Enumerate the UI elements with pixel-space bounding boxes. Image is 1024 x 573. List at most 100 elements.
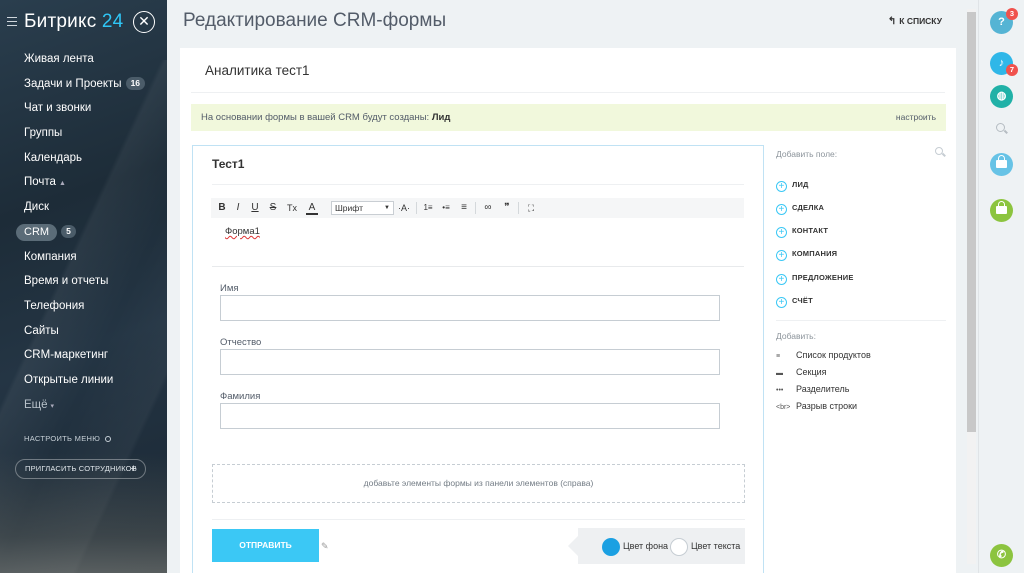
- search-icon: [935, 147, 943, 155]
- bold-icon[interactable]: B: [216, 201, 228, 215]
- strikethrough-icon[interactable]: S: [267, 201, 279, 215]
- pencil-icon[interactable]: ✎: [321, 541, 329, 552]
- close-icon[interactable]: ✕: [133, 11, 155, 33]
- sidebar-item-chat[interactable]: Чат и звонки: [0, 96, 167, 121]
- entity-label: Счёт: [792, 296, 813, 305]
- add-field-search[interactable]: Добавить поле:: [776, 145, 946, 165]
- plus-icon: +: [776, 227, 787, 238]
- help-badge: 3: [1006, 8, 1018, 20]
- add-field-placeholder: Добавить поле:: [776, 149, 838, 159]
- background-color-swatch[interactable]: [602, 538, 620, 556]
- quote-icon[interactable]: ❞: [501, 201, 513, 215]
- configure-menu-link[interactable]: Настроить меню: [24, 434, 112, 443]
- chat-icon[interactable]: ◍: [990, 85, 1013, 108]
- sidebar-header: Битрикс 24 ✕: [0, 0, 167, 46]
- font-select[interactable]: Шрифт ▼: [331, 201, 394, 215]
- form-title-field[interactable]: Тест1: [212, 157, 244, 171]
- unlock-icon[interactable]: [990, 199, 1013, 222]
- sidebar-item-disk[interactable]: Диск: [0, 195, 167, 220]
- sidebar-item-tasks[interactable]: Задачи и Проекты 16: [0, 72, 167, 97]
- sidebar-item-calendar[interactable]: Календарь: [0, 146, 167, 171]
- counter-badge: 5: [61, 225, 76, 239]
- sidebar-item-groups[interactable]: Группы: [0, 121, 167, 146]
- entity-invoice[interactable]: + Счёт: [776, 294, 813, 308]
- font-size-icon[interactable]: ·A·: [395, 201, 413, 215]
- toolbar-divider: [518, 202, 519, 214]
- sidebar-item-crm-marketing[interactable]: CRM-маркетинг: [0, 343, 167, 368]
- sidebar-item-feed[interactable]: Живая лента: [0, 47, 167, 72]
- sidebar-item-more[interactable]: Ещё ▾: [0, 393, 167, 418]
- field-label-middle-name: Отчество: [220, 337, 262, 348]
- plus-icon: +: [776, 274, 787, 285]
- color-panel: Цвет фона Цвет текста: [568, 528, 745, 564]
- sidebar-item-open-lines[interactable]: Открытые линии: [0, 368, 167, 393]
- notice-text: На основании формы в вашей CRM будут соз…: [201, 112, 432, 123]
- sidebar-item-telephony[interactable]: Телефония: [0, 294, 167, 319]
- plus-icon: +: [776, 250, 787, 261]
- logo[interactable]: Битрикс 24: [24, 11, 123, 33]
- editor-content[interactable]: Форма1: [225, 226, 260, 237]
- plus-icon: +: [776, 297, 787, 308]
- invite-employees-button[interactable]: Пригласить сотрудников +: [15, 459, 146, 479]
- entity-label: Лид: [792, 180, 809, 189]
- sidebar-item-crm[interactable]: CRM 5: [0, 220, 167, 245]
- fullscreen-icon[interactable]: ⛶: [524, 201, 538, 215]
- sidebar-item-time[interactable]: Время и отчеты: [0, 269, 167, 294]
- entity-contact[interactable]: + Контакт: [776, 224, 828, 238]
- bullet-list-icon[interactable]: •≡: [439, 201, 453, 215]
- form-editor: Тест1 B I U S Tx A Шрифт ▼ ·A· 1≡ •≡ ≡ ∞ …: [192, 145, 764, 573]
- entity-deal[interactable]: + Сделка: [776, 201, 824, 215]
- ordered-list-icon[interactable]: 1≡: [421, 201, 435, 215]
- lock-icon[interactable]: [990, 153, 1013, 176]
- configure-link[interactable]: настроить: [896, 104, 936, 131]
- circle-icon: [105, 436, 112, 443]
- clear-format-icon[interactable]: Tx: [285, 201, 299, 215]
- middle-name-input[interactable]: [220, 349, 720, 375]
- sidebar-item-label: CRM-маркетинг: [24, 349, 109, 362]
- editor-toolbar: B I U S Tx A Шрифт ▼ ·A· 1≡ •≡ ≡ ∞ ❞ ⛶: [211, 198, 744, 218]
- italic-icon[interactable]: I: [232, 201, 244, 215]
- first-name-input[interactable]: [220, 295, 720, 321]
- align-icon[interactable]: ≡: [457, 201, 471, 215]
- form-name-field[interactable]: Аналитика тест1: [205, 63, 310, 78]
- sidebar-item-label: Открытые линии: [24, 373, 114, 386]
- sidebar-item-sites[interactable]: Сайты: [0, 319, 167, 344]
- crm-notice-bar: На основании формы в вашей CRM будут соз…: [191, 104, 946, 131]
- main-area: Редактирование CRM-формы ↰ к списку Анали…: [167, 0, 978, 573]
- add-item-label: Разделитель: [796, 384, 850, 394]
- underline-icon[interactable]: U: [249, 201, 261, 215]
- search-icon[interactable]: [996, 123, 1005, 132]
- add-section[interactable]: ▬ Секция: [776, 365, 827, 379]
- font-select-value: Шрифт: [335, 203, 363, 213]
- submit-button[interactable]: Отправить: [212, 529, 319, 562]
- sidebar-item-label: Сайты: [24, 324, 59, 337]
- entity-company[interactable]: + Компания: [776, 247, 837, 261]
- menu-icon[interactable]: [7, 17, 17, 26]
- drop-zone[interactable]: добавьте элементы формы из панели элемен…: [212, 464, 745, 503]
- phone-icon[interactable]: ✆: [990, 544, 1013, 567]
- link-icon[interactable]: ∞: [481, 201, 495, 215]
- entity-lead[interactable]: + Лид: [776, 178, 809, 192]
- text-color-icon[interactable]: A: [306, 201, 318, 215]
- background-color-label: Цвет фона: [623, 541, 669, 551]
- page-title: Редактирование CRM-формы: [183, 10, 447, 31]
- add-line-break[interactable]: <br> Разрыв строки: [776, 399, 857, 413]
- separator-icon: •••: [776, 387, 784, 394]
- add-separator[interactable]: ••• Разделитель: [776, 382, 849, 396]
- back-arrow-icon: ↰: [887, 16, 897, 27]
- scrollbar-thumb[interactable]: [967, 12, 976, 432]
- invite-label: Пригласить сотрудников: [25, 464, 137, 473]
- back-to-list-link[interactable]: ↰ к списку: [888, 16, 942, 27]
- add-product-list[interactable]: ≡ Список продуктов: [776, 348, 871, 362]
- sidebar-item-mail[interactable]: Почта ▲: [0, 170, 167, 195]
- field-label-last-name: Фамилия: [220, 391, 261, 402]
- text-color-swatch[interactable]: [670, 538, 688, 556]
- sidebar-item-company[interactable]: Компания: [0, 245, 167, 270]
- last-name-input[interactable]: [220, 403, 720, 429]
- toolbar-divider: [475, 202, 476, 214]
- scrollbar[interactable]: [967, 9, 976, 564]
- sidebar-item-label: Время и отчеты: [24, 275, 109, 288]
- entity-quote[interactable]: + Предложение: [776, 271, 854, 285]
- elements-panel: Добавить поле: + Лид + Сделка + Контакт + Ко…: [776, 145, 946, 445]
- notification-badge: 7: [1006, 64, 1018, 76]
